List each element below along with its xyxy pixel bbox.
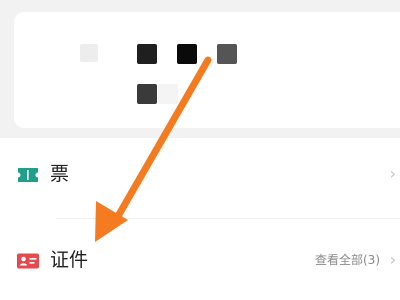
blurred-block [137, 84, 157, 104]
blurred-block [137, 44, 157, 64]
view-all-link[interactable]: 查看全部(3) [315, 250, 380, 270]
list-item-tickets[interactable]: 票 › [0, 148, 400, 208]
blurred-block [177, 44, 197, 64]
divider [56, 218, 400, 219]
card-list: 票 › 证件 查看全部(3) › [0, 138, 400, 300]
chevron-right-icon: › [389, 250, 396, 269]
chevron-right-icon: › [389, 164, 396, 183]
ids-label: 证件 [50, 249, 89, 271]
id-card-icon [17, 253, 39, 269]
blurred-block [158, 84, 178, 104]
blurred-block [80, 44, 98, 62]
blurred-card [14, 12, 400, 128]
ticket-icon [18, 168, 38, 182]
blurred-block [217, 44, 237, 64]
list-item-ids[interactable]: 证件 查看全部(3) › [0, 234, 400, 294]
tickets-label: 票 [50, 163, 70, 185]
